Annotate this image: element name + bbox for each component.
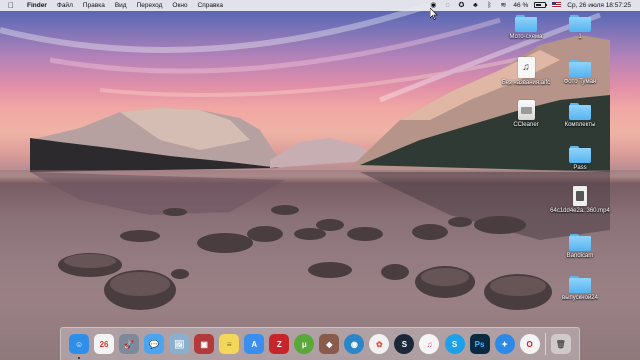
desktop-wallpaper [0,0,640,360]
calendar-icon[interactable]: 26 [94,334,115,354]
folder-icon [569,146,591,163]
paw-status-icon[interactable]: ♣ [468,2,482,10]
folder-icon [569,15,591,32]
wifi-icon[interactable]: ≋ [496,2,510,10]
apple-menu-icon[interactable]:  [0,1,22,10]
menu-file[interactable]: Файл [52,2,78,9]
app-status-icon[interactable]: ✪ [454,2,468,10]
battery-icon[interactable] [531,2,549,9]
skype-icon[interactable]: S [444,334,465,354]
photoshop-icon[interactable]: Ps [469,334,490,354]
running-indicator [78,357,81,359]
desktop-folder-1[interactable]: 1 [548,15,612,41]
desktop-icon-label: Фото Туман [563,79,597,85]
dock: ☺ 26 🚀 💬 🖼 ▣ ≡ A Zμ ◆ ◉ ✿ S ♫ S Ps ✦ O 🗑 [60,327,580,360]
opera-icon[interactable]: O [519,334,540,354]
cleanmymac-icon[interactable]: ◉ [344,334,365,354]
desktop-folder-pass[interactable]: Pass [548,146,612,172]
sync-status-icon[interactable]: ◌ [440,2,454,10]
battery-percent[interactable]: 46 % [510,2,531,9]
messages-icon[interactable]: 💬 [144,334,165,354]
desktop-folder-foto-tuman[interactable]: Фото Туман [548,60,612,86]
menu-finder[interactable]: Finder [22,2,52,9]
video-file-icon [573,186,587,206]
input-source-flag-icon[interactable] [549,2,564,9]
menu-edit[interactable]: Правка [78,2,110,9]
desktop-icon-label: Комплекты [564,122,596,128]
menu-window[interactable]: Окно [167,2,192,9]
folder-icon [569,234,591,251]
crossover-icon[interactable]: ◆ [319,334,340,354]
photos-icon[interactable]: ✿ [369,334,390,354]
bluetooth-icon[interactable]: ᛒ [482,2,496,10]
utorrent-icon[interactable]: μ [294,334,315,354]
folder-icon [569,60,591,77]
finder-icon[interactable]: ☺ [69,334,90,359]
folder-icon [569,276,591,293]
menu-view[interactable]: Вид [110,2,132,9]
clock[interactable]: Ср, 26 июля 18:57:25 [564,2,634,9]
photo-booth-icon[interactable]: ▣ [194,334,215,354]
desktop-folder-komplekty[interactable]: Комплекты [548,103,612,129]
desktop-icon-label: 64c1dd4e2a. 360.mp4 [550,208,610,214]
filezilla-icon[interactable]: Z [269,334,290,354]
menu-go[interactable]: Переход [132,2,168,9]
desktop-icon-label: 1 [578,34,582,40]
desktop-folder-bandicam[interactable]: Bandicam [548,234,612,260]
menu-help[interactable]: Справка [193,2,229,9]
dock-separator [544,333,546,355]
preview-icon[interactable]: 🖼 [169,334,190,354]
desktop-icon-label: Bandicam [566,253,594,259]
folder-icon [569,103,591,120]
folder-icon [515,15,537,32]
desktop-folder-vypusknoy24[interactable]: выпускной24 [548,276,612,302]
safari-icon[interactable]: ✦ [494,334,515,354]
desktop-icon-label: выпускной24 [562,295,598,301]
trash-icon[interactable]: 🗑 [550,334,571,354]
audio-file-icon: ♫ [517,57,535,78]
desktop-file-video[interactable]: 64c1dd4e2a. 360.mp4 [548,186,612,215]
status-area: ◉ ◌ ✪ ♣ ᛒ ≋ 46 % Ср, 26 июля 18:57:25 [426,2,640,10]
desktop-icon-label: Pass [573,165,587,171]
mouse-cursor-icon [430,8,438,20]
steam-icon[interactable]: S [394,334,415,354]
app-store-icon[interactable]: A [244,334,265,354]
menu-bar:  Finder Файл Правка Вид Переход Окно Сп… [0,0,640,11]
launchpad-icon[interactable]: 🚀 [119,334,140,354]
ccleaner-icon [517,100,535,120]
notes-icon[interactable]: ≡ [219,334,240,354]
itunes-icon[interactable]: ♫ [419,334,440,354]
battery-fill [536,4,541,7]
